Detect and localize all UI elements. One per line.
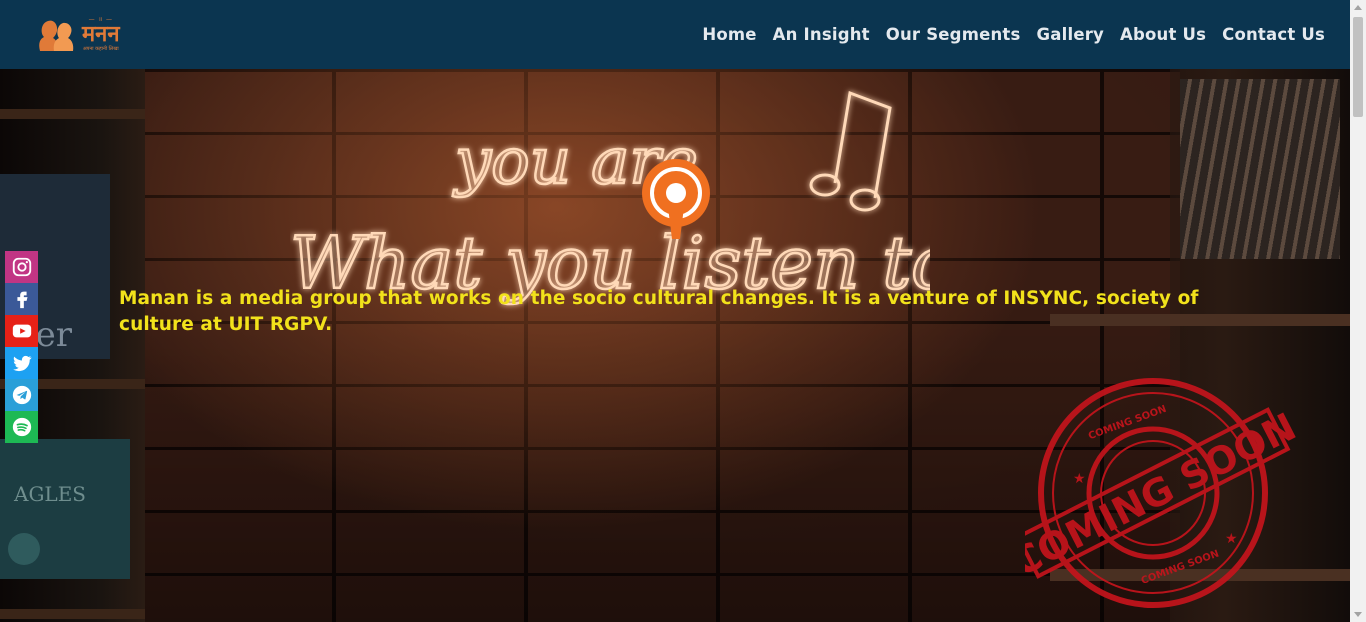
shelf-record: AGLES [0,439,130,579]
instagram-icon[interactable] [5,251,38,283]
telegram-icon[interactable] [5,379,38,411]
scroll-down-arrow-icon[interactable] [1354,612,1362,617]
brand-logo[interactable]: — ॥ — मनन अपना कहानी लिखा [36,17,120,53]
hero-banner: ter AGLES you are What you listen to Man… [0,69,1350,622]
scroll-up-arrow-icon[interactable] [1354,5,1362,10]
brand-tagline: अपना कहानी लिखा [82,46,119,52]
two-heads-logo-icon [36,17,76,53]
twitter-icon[interactable] [5,347,38,379]
nav-our-segments[interactable]: Our Segments [886,25,1021,44]
neon-sign: you are What you listen to [290,90,930,306]
stamp-ring-bottom: COMING SOON [1140,548,1221,586]
top-navbar: — ॥ — मनन अपना कहानी लिखा Home An Insigh… [0,0,1350,69]
nav-gallery[interactable]: Gallery [1037,25,1104,44]
page-scrollbar[interactable] [1350,0,1366,622]
brand-name: मनन [82,21,120,47]
scroll-thumb[interactable] [1353,17,1363,117]
nav-about-us[interactable]: About Us [1120,25,1206,44]
nav-contact-us[interactable]: Contact Us [1222,25,1325,44]
svg-text:★: ★ [1073,471,1086,487]
music-note-icon [809,90,892,212]
nav-an-insight[interactable]: An Insight [773,25,870,44]
spotify-icon[interactable] [5,411,38,443]
svg-text:★: ★ [1225,531,1238,547]
book-text-agles: AGLES [13,482,86,506]
facebook-icon[interactable] [5,283,38,315]
hero-description: Manan is a media group that works on the… [119,288,1199,335]
social-sidebar [5,251,38,443]
youtube-icon[interactable] [5,315,38,347]
coming-soon-stamp: COMING SOON COMING SOON COMING SOON ★ ★ [1025,378,1303,608]
main-nav: Home An Insight Our Segments Gallery Abo… [702,25,1325,44]
nav-home[interactable]: Home [702,25,756,44]
